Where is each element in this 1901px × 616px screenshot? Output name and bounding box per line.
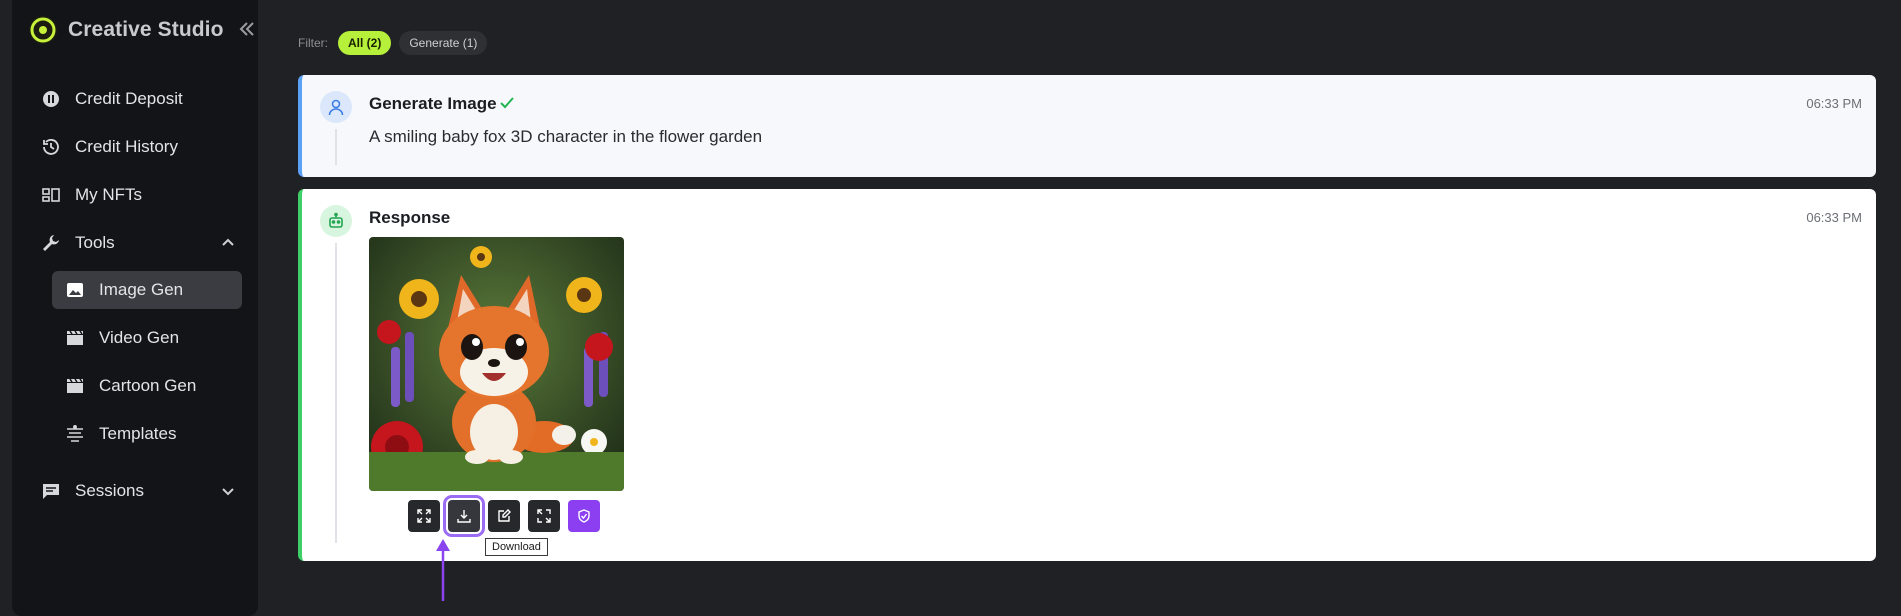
prompt-timestamp: 06:33 PM <box>1806 96 1862 111</box>
templates-icon <box>64 423 86 445</box>
sidebar-item-label: Sessions <box>75 481 144 500</box>
prompt-card: Generate Image 06:33 PM A smiling baby f… <box>298 75 1876 177</box>
edit-icon <box>498 509 511 522</box>
pointer-arrow-icon <box>436 539 450 601</box>
upscale-icon <box>537 509 551 523</box>
sidebar-item-image-gen[interactable]: Image Gen <box>52 271 242 309</box>
main-content: Filter: All (2) Generate (1) Generate Im… <box>272 0 1901 616</box>
filter-chip-generate[interactable]: Generate (1) <box>399 31 488 55</box>
upscale-button[interactable] <box>528 500 560 532</box>
sidebar-item-label: Credit History <box>75 137 178 156</box>
sidebar-item-label: Tools <box>75 233 115 252</box>
sidebar-item-credit-deposit[interactable]: Credit Deposit <box>40 80 250 118</box>
sidebar-item-label: Templates <box>99 424 177 443</box>
sidebar-item-label: Cartoon Gen <box>99 376 197 395</box>
generated-image[interactable] <box>369 237 624 491</box>
response-card: Response 06:33 PM Download <box>298 189 1876 561</box>
robot-icon <box>329 212 343 228</box>
chevron-down-icon[interactable] <box>218 481 238 501</box>
logo-icon <box>29 16 57 44</box>
check-icon <box>500 97 514 109</box>
expand-button[interactable] <box>408 500 440 532</box>
sidebar-item-tools[interactable]: Tools <box>40 224 250 262</box>
prompt-title: Generate Image <box>369 94 497 113</box>
prompt-text: A smiling baby fox 3D character in the f… <box>369 127 763 146</box>
brand: Creative Studio <box>28 12 258 48</box>
thread-line <box>335 243 337 543</box>
sidebar-item-label: Credit Deposit <box>75 89 183 108</box>
download-icon <box>457 510 471 523</box>
download-button[interactable] <box>443 495 485 537</box>
edit-button[interactable] <box>488 500 520 532</box>
sidebar-item-templates[interactable]: Templates <box>52 415 242 453</box>
user-icon <box>328 99 344 116</box>
response-timestamp: 06:33 PM <box>1806 210 1862 225</box>
thread-line <box>335 129 337 165</box>
wrench-icon <box>40 232 62 254</box>
image-icon <box>64 279 86 301</box>
filter-chip-all[interactable]: All (2) <box>338 31 392 55</box>
clapper-icon <box>64 375 86 397</box>
sidebar-item-cartoon-gen[interactable]: Cartoon Gen <box>52 367 242 405</box>
coin-icon <box>40 88 62 110</box>
sidebar-item-video-gen[interactable]: Video Gen <box>52 319 242 357</box>
bot-avatar <box>320 205 352 237</box>
app-root: Creative Studio Credit Deposit Credit Hi… <box>0 0 1901 616</box>
expand-icon <box>417 509 431 523</box>
app-name: Creative Studio <box>68 18 224 41</box>
sidebar-item-my-nfts[interactable]: My NFTs <box>40 176 250 214</box>
response-title: Response <box>369 208 451 227</box>
history-icon <box>40 136 62 158</box>
sidebar-item-label: My NFTs <box>75 185 143 204</box>
shield-icon <box>578 509 590 523</box>
sidebar-item-label: Video Gen <box>99 328 180 347</box>
nft-icon <box>40 184 62 206</box>
sidebar-item-credit-history[interactable]: Credit History <box>40 128 250 166</box>
image-action-toolbar <box>408 495 600 537</box>
chat-icon <box>40 480 62 502</box>
sidebar-item-label: Image Gen <box>99 280 184 299</box>
sidebar-item-sessions[interactable]: Sessions <box>40 472 250 510</box>
protect-button[interactable] <box>568 500 600 532</box>
user-avatar <box>320 91 352 123</box>
filter-bar: Filter: All (2) Generate (1) <box>298 31 488 55</box>
chevron-up-icon[interactable] <box>218 233 238 253</box>
sidebar: Creative Studio Credit Deposit Credit Hi… <box>12 0 258 616</box>
download-tooltip: Download <box>485 538 548 556</box>
collapse-sidebar-icon[interactable] <box>236 18 258 40</box>
filter-label: Filter: <box>298 36 328 50</box>
clapper-icon <box>64 327 86 349</box>
